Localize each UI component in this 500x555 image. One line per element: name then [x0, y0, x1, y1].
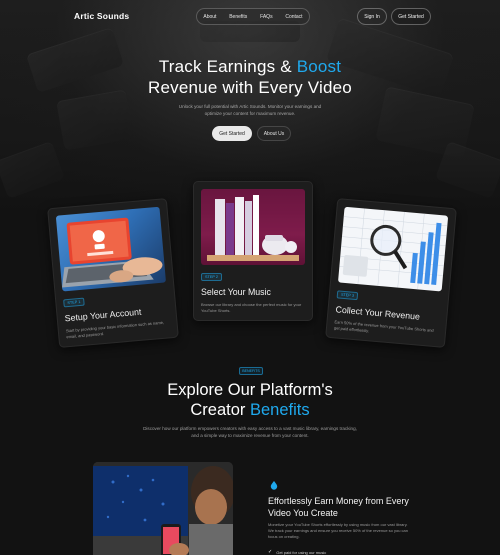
step-description: Browse our library and choose the perfec…	[201, 302, 302, 313]
hero-title-line2: Revenue with Every Video	[148, 78, 352, 97]
benefits-badge: BENEFITS	[239, 367, 263, 375]
step-title: Select Your Music	[201, 287, 271, 297]
feature-bullet: ✓ Get paid for using our music	[268, 549, 428, 555]
step-card-setup-account: STEP 1 Setup Your Account Start by provi…	[47, 198, 179, 348]
benefits-title-line2: Creator	[190, 401, 250, 419]
top-nav: Artic Sounds About Benefits FAQs Contact…	[0, 0, 500, 34]
nav-link-contact[interactable]: Contact	[285, 14, 302, 20]
hero-subtitle: Unlock your full potential with Artic So…	[178, 104, 322, 116]
step-description: Start by providing your basic informatio…	[65, 319, 165, 340]
benefits-title-line1: Explore Our Platform's	[167, 381, 333, 399]
feature-bullet-text: Get paid for using our music	[276, 549, 327, 555]
step-badge: STEP 3	[336, 290, 359, 301]
nav-link-faqs[interactable]: FAQs	[260, 14, 273, 20]
step-card-select-music: STEP 2 Select Your Music Browse our libr…	[193, 181, 313, 321]
creator-phone-image	[93, 462, 233, 555]
benefits-title-accent: Benefits	[249, 401, 310, 419]
hero-title-part1: Track Earnings &	[158, 57, 297, 76]
hero-get-started-button[interactable]: Get Started	[212, 126, 252, 141]
benefits-title: Explore Our Platform's Creator Benefits	[0, 380, 500, 420]
analytics-chart-image	[337, 206, 449, 292]
music-books-image	[201, 189, 305, 265]
hero-about-us-button[interactable]: About Us	[257, 126, 291, 141]
hero-title: Track Earnings & Boost Revenue with Ever…	[0, 56, 500, 98]
hero-title-accent: Boost	[296, 57, 342, 76]
laptop-image	[55, 206, 167, 292]
nav-link-about[interactable]: About	[203, 14, 216, 20]
nav-get-started-button[interactable]: Get Started	[391, 8, 431, 25]
brand-logo[interactable]: Artic Sounds	[74, 11, 129, 21]
nav-links: About Benefits FAQs Contact	[196, 8, 310, 25]
feature-drop-icon	[269, 477, 279, 490]
sign-in-button[interactable]: Sign In	[357, 8, 387, 25]
step-badge: STEP 2	[201, 273, 223, 281]
step-badge: STEP 1	[63, 297, 85, 308]
step-card-collect-revenue: STEP 3 Collect Your Revenue Earn 50% of …	[325, 198, 457, 348]
nav-link-benefits[interactable]: Benefits	[229, 14, 247, 20]
benefits-subtitle: Discover how our platform empowers creat…	[143, 426, 357, 438]
feature-title: Effortlessly Earn Money from Every Video…	[268, 496, 409, 518]
feature-description: Monetize your YouTube Shorts effortlessl…	[268, 522, 409, 539]
landing-page: Artic Sounds About Benefits FAQs Contact…	[0, 0, 500, 555]
step-description: Earn 50% of the revenue from your YouTub…	[333, 319, 434, 334]
check-icon: ✓	[268, 549, 273, 555]
